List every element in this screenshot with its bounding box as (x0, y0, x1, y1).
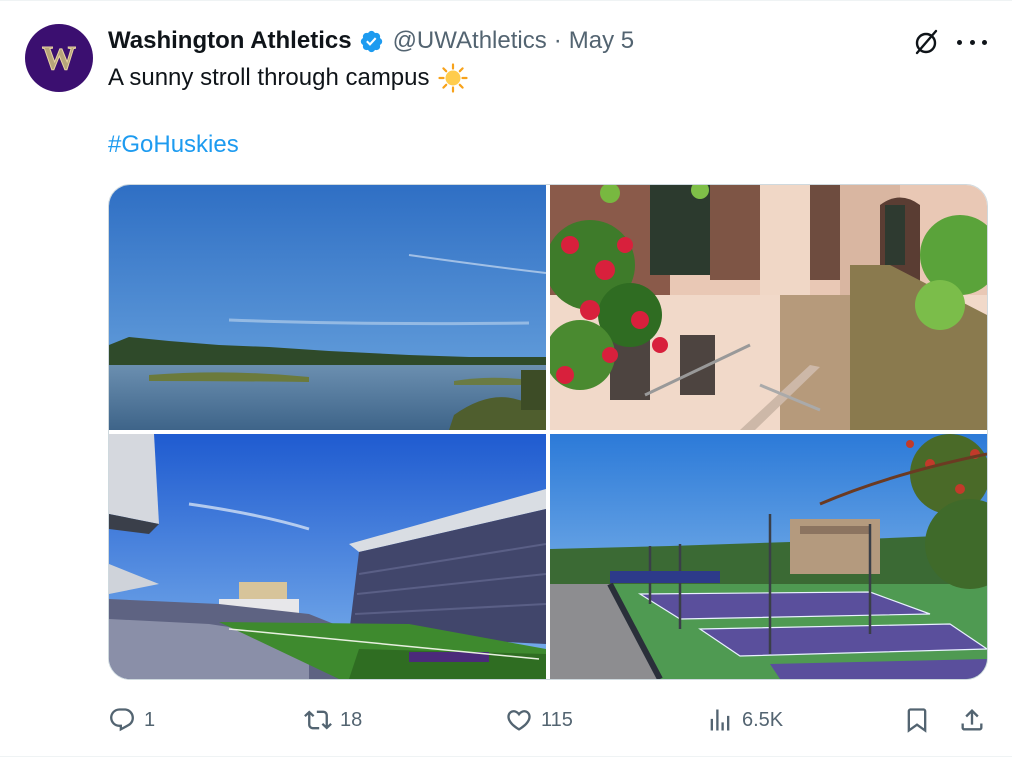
sun-emoji-icon (437, 63, 468, 93)
share-icon (961, 709, 983, 731)
photo-stadium[interactable] (109, 434, 546, 679)
bottom-divider (0, 756, 1012, 757)
share-button[interactable] (958, 700, 986, 740)
photo-tennis-courts[interactable] (550, 434, 987, 679)
tweet-date[interactable]: May 5 (569, 27, 634, 55)
action-bar: 1 18 115 6.5K (108, 700, 986, 740)
media-grid (108, 184, 988, 680)
like-count: 115 (541, 708, 573, 731)
svg-text:W: W (42, 40, 76, 77)
tweet-body: A sunny stroll through campus (108, 64, 430, 91)
avatar[interactable]: W (25, 24, 93, 92)
repost-button[interactable]: 18 (304, 700, 362, 740)
bookmark-button[interactable] (903, 700, 931, 740)
tweet-text: A sunny stroll through campus (108, 63, 468, 93)
reply-icon (110, 708, 134, 732)
repost-count: 18 (340, 708, 363, 731)
verified-badge-icon[interactable] (359, 29, 384, 54)
heart-icon (507, 710, 531, 731)
separator-dot: · (553, 27, 562, 54)
tweet-header: Washington Athletics @UWAthletics · May … (108, 25, 634, 57)
author-handle[interactable]: @UWAthletics (393, 27, 547, 55)
author-name[interactable]: Washington Athletics (108, 27, 352, 55)
repost-icon (304, 710, 332, 730)
uw-logo-icon: W (42, 40, 77, 78)
grok-icon[interactable] (912, 28, 940, 56)
views-button[interactable]: 6.5K (706, 700, 783, 740)
views-count: 6.5K (742, 708, 784, 731)
like-button[interactable]: 115 (505, 700, 573, 740)
views-icon (710, 709, 730, 731)
reply-button[interactable]: 1 (108, 700, 155, 740)
photo-lake[interactable] (109, 185, 546, 430)
top-divider (0, 0, 1012, 1)
more-icon[interactable] (957, 28, 987, 56)
photo-building[interactable] (550, 185, 987, 430)
hashtag-link[interactable]: #GoHuskies (108, 131, 239, 159)
reply-count: 1 (144, 708, 156, 731)
bookmark-icon (907, 708, 927, 733)
